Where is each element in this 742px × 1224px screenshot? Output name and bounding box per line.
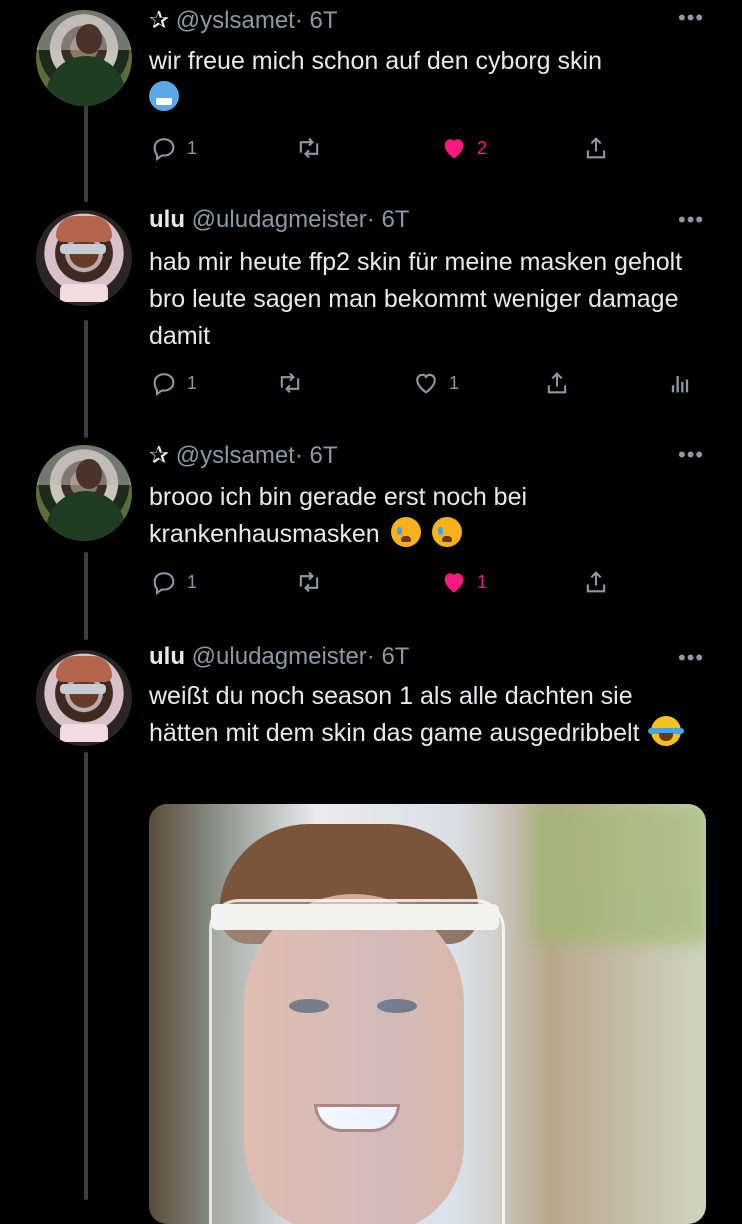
like-icon: [444, 139, 464, 159]
reply-icon: [153, 373, 175, 397]
crying-cat-emoji: [390, 517, 421, 547]
tweet-text-block: brooo ich bin gerade erst noch bei krank…: [149, 479, 619, 553]
user-handle[interactable]: @uludagmeister: [192, 643, 367, 670]
tweet[interactable]: ✰ @yslsamet· 6T ••• brooo ich bin gerade…: [0, 435, 742, 625]
like-count: 1: [449, 372, 460, 393]
reply-icon: [153, 572, 175, 596]
user-handle[interactable]: @yslsamet: [176, 7, 295, 34]
tears-of-joy-emoji: [647, 716, 684, 746]
more-icon[interactable]: •••: [678, 209, 704, 231]
star-glyph: ✰: [149, 7, 170, 34]
avatar[interactable]: [36, 650, 132, 746]
reply-button[interactable]: 1: [150, 366, 197, 400]
analytics-icon: [671, 376, 689, 393]
tweet-text: weißt du noch season 1 als alle dachten …: [149, 682, 640, 747]
tweet-media-photo[interactable]: [149, 804, 706, 1224]
avatar[interactable]: [36, 10, 132, 106]
action-bar: 1 1: [0, 565, 742, 599]
display-name[interactable]: ulu: [149, 206, 185, 233]
retweet-icon: [299, 137, 319, 159]
retweet-button[interactable]: [295, 131, 323, 165]
like-button[interactable]: 1: [440, 565, 487, 599]
star-glyph: ✰: [149, 442, 170, 469]
reply-button[interactable]: 1: [150, 565, 197, 599]
action-bar: 1 1: [0, 366, 742, 400]
avatar[interactable]: [36, 445, 132, 541]
retweet-icon: [299, 571, 319, 593]
timestamp[interactable]: · 6T: [367, 206, 410, 233]
tweet-header: ✰ @yslsamet· 6T: [149, 6, 338, 36]
tweet-header: ulu @uludagmeister· 6T: [149, 642, 409, 672]
reply-button[interactable]: 1: [150, 131, 197, 165]
user-handle[interactable]: @yslsamet: [176, 442, 295, 469]
share-icon: [547, 372, 567, 394]
more-icon[interactable]: •••: [678, 7, 704, 29]
like-count: 2: [477, 137, 488, 158]
display-name[interactable]: ulu: [149, 643, 185, 670]
retweet-button[interactable]: [276, 366, 304, 400]
like-icon: [444, 573, 464, 593]
tweet-text: brooo ich bin gerade erst noch bei krank…: [149, 483, 528, 548]
cold-face-emoji: [149, 81, 179, 111]
avatar[interactable]: [36, 210, 132, 306]
like-count: 1: [477, 571, 488, 592]
like-icon: [416, 373, 436, 394]
timestamp[interactable]: · 6T: [367, 643, 410, 670]
more-icon[interactable]: •••: [678, 647, 704, 669]
action-bar: 1 2: [0, 131, 742, 165]
tweet-header: ✰ @yslsamet· 6T: [149, 441, 338, 471]
analytics-button[interactable]: [666, 366, 694, 400]
tweet[interactable]: ✰ @yslsamet· 6T ••• wir freue mich schon…: [0, 0, 742, 180]
tweet-header: ulu @uludagmeister· 6T: [149, 205, 409, 235]
tweet-text: hab mir heute ffp2 skin für meine masken…: [149, 248, 683, 350]
crying-cat-emoji: [431, 517, 462, 547]
reply-count: 1: [187, 137, 198, 158]
like-button[interactable]: 2: [440, 131, 487, 165]
tweet[interactable]: ulu @uludagmeister· 6T ••• hab mir heute…: [0, 200, 742, 430]
share-button[interactable]: [582, 131, 610, 165]
reply-count: 1: [187, 372, 198, 393]
share-icon: [586, 571, 606, 593]
share-icon: [586, 137, 606, 159]
share-button[interactable]: [543, 366, 571, 400]
user-handle[interactable]: @uludagmeister: [192, 206, 367, 233]
retweet-button[interactable]: [295, 565, 323, 599]
tweet-text-block: wir freue mich schon auf den cyborg skin: [149, 43, 719, 117]
timestamp[interactable]: · 6T: [295, 7, 338, 34]
reply-icon: [153, 138, 175, 162]
like-button[interactable]: 1: [412, 366, 459, 400]
retweet-icon: [280, 372, 300, 394]
more-icon[interactable]: •••: [678, 444, 704, 466]
reply-count: 1: [187, 571, 198, 592]
tweet-text-block: weißt du noch season 1 als alle dachten …: [149, 678, 709, 752]
tweet-text: wir freue mich schon auf den cyborg skin: [149, 47, 602, 75]
share-button[interactable]: [582, 565, 610, 599]
timestamp[interactable]: · 6T: [295, 442, 338, 469]
